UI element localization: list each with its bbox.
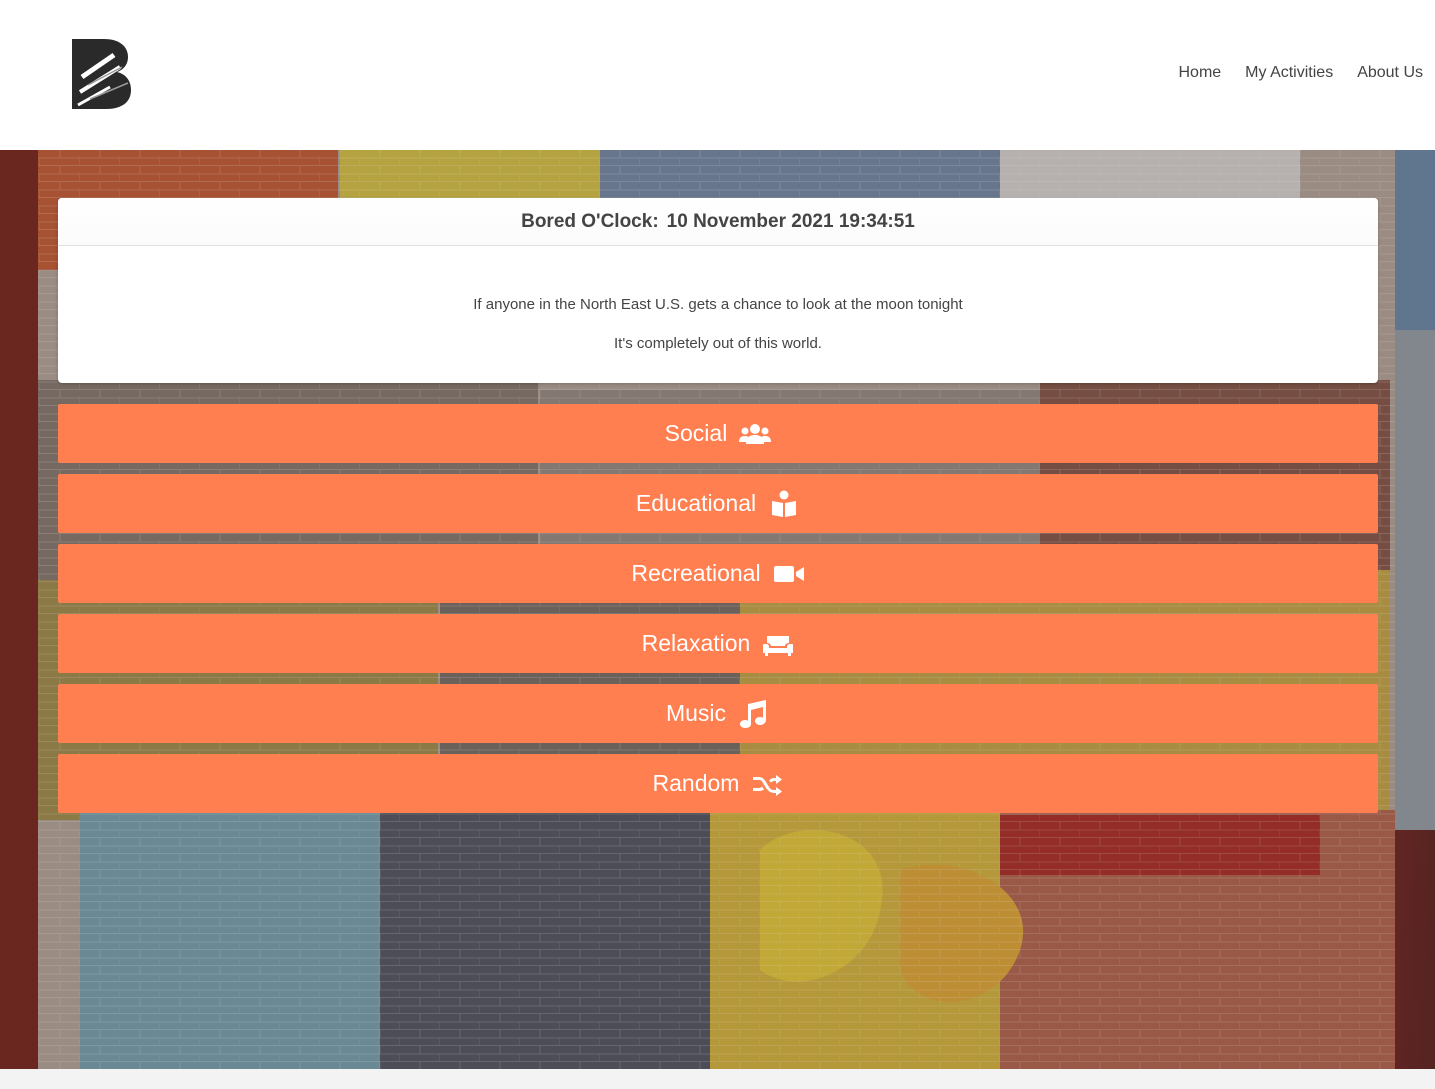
- relaxation-button[interactable]: Relaxation: [58, 614, 1378, 673]
- footer-strip: [0, 1069, 1435, 1089]
- logo[interactable]: [70, 37, 132, 111]
- activity-card: Bored O'Clock: 10 November 2021 19:34:51…: [58, 198, 1378, 383]
- music-icon: [740, 699, 767, 728]
- nav-my-activities-link[interactable]: My Activities: [1245, 64, 1333, 82]
- card-title-prefix: Bored O'Clock:: [521, 210, 659, 232]
- educational-button[interactable]: Educational: [58, 474, 1378, 533]
- card-timestamp: 10 November 2021 19:34:51: [666, 210, 915, 232]
- card-body: If anyone in the North East U.S. gets a …: [58, 246, 1378, 352]
- shuffle-icon: [753, 774, 783, 796]
- card-header: Bored O'Clock: 10 November 2021 19:34:51: [58, 198, 1378, 246]
- relaxation-button-label: Relaxation: [641, 630, 751, 656]
- social-button[interactable]: Social: [58, 404, 1378, 463]
- random-button[interactable]: Random: [58, 754, 1378, 813]
- activity-text-line-1: If anyone in the North East U.S. gets a …: [473, 296, 963, 313]
- nav-home-link[interactable]: Home: [1178, 64, 1221, 82]
- music-button-label: Music: [665, 700, 727, 726]
- recreational-button[interactable]: Recreational: [58, 544, 1378, 603]
- logo-b-icon: [72, 39, 131, 109]
- nav-about-us-link[interactable]: About Us: [1357, 64, 1423, 82]
- social-button-label: Social: [664, 420, 728, 446]
- music-button[interactable]: Music: [58, 684, 1378, 743]
- video-icon: [773, 565, 804, 582]
- book-reader-icon: [772, 490, 797, 517]
- activity-text-line-2: It's completely out of this world.: [614, 335, 822, 352]
- educational-button-label: Educational: [635, 490, 757, 516]
- random-button-label: Random: [652, 770, 740, 796]
- couch-icon: [763, 635, 794, 656]
- users-icon: [739, 423, 772, 444]
- recreational-button-label: Recreational: [631, 560, 761, 586]
- navbar: Home My Activities About Us: [0, 0, 1435, 150]
- nav-links: Home My Activities About Us: [1178, 64, 1423, 82]
